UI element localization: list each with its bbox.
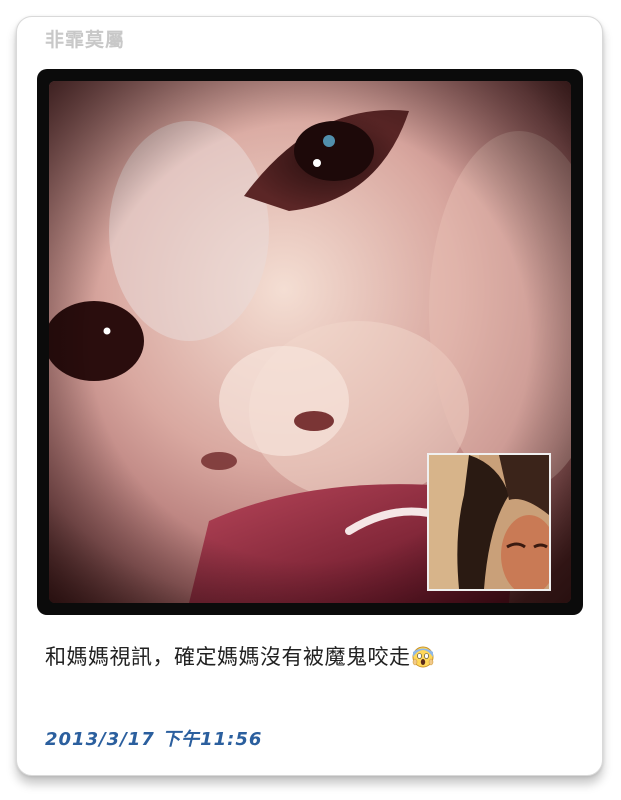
caption-text: 和媽媽視訊，確定媽媽沒有被魔鬼咬走 [45, 645, 411, 669]
photo-frame[interactable] [37, 69, 583, 615]
mother-inset-image [429, 455, 549, 589]
video-call-inset [427, 453, 551, 591]
video-call-photo [49, 81, 571, 603]
post-caption: 和媽媽視訊，確定媽媽沒有被魔鬼咬走 [45, 641, 434, 673]
post-timestamp[interactable]: 2013/3/17 下午11:56 [45, 725, 262, 751]
face-screaming-in-fear-icon [412, 646, 434, 673]
post-card: 非霏莫屬 和媽媽視訊，確定媽媽沒有被魔鬼咬走 2013/3/17 下午11:56 [16, 16, 603, 776]
author-name[interactable]: 非霏莫屬 [45, 25, 125, 52]
